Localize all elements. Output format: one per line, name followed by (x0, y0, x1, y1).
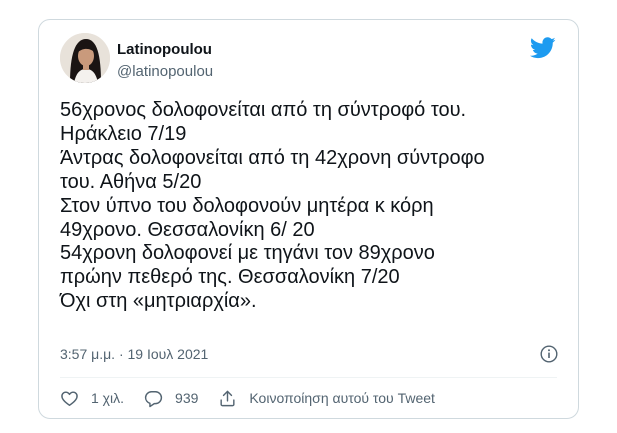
tweet-actions: 1 χιλ. 939 Κοινοποίηση αυτού του Tweet (60, 387, 455, 409)
avatar-image (60, 33, 110, 83)
tweet-line: Στον ύπνο του δολοφονούν μητέρα κ κόρη (60, 194, 434, 217)
tweet-line: 54χρονη δολοφονεί με τηγάνι τον 89χρονο (60, 242, 435, 265)
divider (60, 377, 557, 378)
reply-count: 939 (175, 390, 199, 406)
share-upload-icon (220, 390, 235, 406)
tweet-text: 56χρονος δολοφονείται από τη σύντροφό το… (60, 99, 560, 314)
info-icon[interactable] (540, 345, 558, 363)
tweet-timestamp[interactable]: 3:57 μ.μ. · 19 Ιουλ 2021 (60, 346, 208, 362)
share-button[interactable]: Κοινοποίηση αυτού του Tweet (218, 389, 435, 408)
tweet-line: Ηράκλειο 7/19 (60, 122, 187, 145)
tweet-line: πρώην πεθερό της. Θεσσαλονίκη 7/20 (60, 266, 400, 289)
avatar[interactable] (60, 33, 110, 83)
share-label: Κοινοποίηση αυτού του Tweet (249, 390, 435, 406)
tweet-line: του. Αθήνα 5/20 (60, 170, 202, 193)
heart-icon (61, 390, 78, 406)
twitter-bird-icon[interactable] (530, 37, 556, 59)
tweet-line: 49χρονο. Θεσσαλονίκη 6/ 20 (60, 218, 315, 241)
tweet-line: Όχι στη «μητριαρχία». (60, 290, 257, 313)
tweet-line: Άντρας δολοφονείται από τη 42χρονη σύντρ… (60, 146, 485, 169)
like-count: 1 χιλ. (91, 390, 125, 406)
reply-button[interactable]: 939 (144, 389, 198, 408)
author-handle[interactable]: @latinopoulou (117, 63, 213, 80)
tweet-line: 56χρονος δολοφονείται από τη σύντροφό το… (60, 99, 467, 121)
reply-bubble-icon (144, 390, 163, 407)
like-button[interactable]: 1 χιλ. (60, 389, 124, 408)
author-name[interactable]: Latinopoulou (117, 41, 212, 58)
tweet-card[interactable]: Latinopoulou @latinopoulou 56χρονος δολο… (38, 19, 579, 419)
